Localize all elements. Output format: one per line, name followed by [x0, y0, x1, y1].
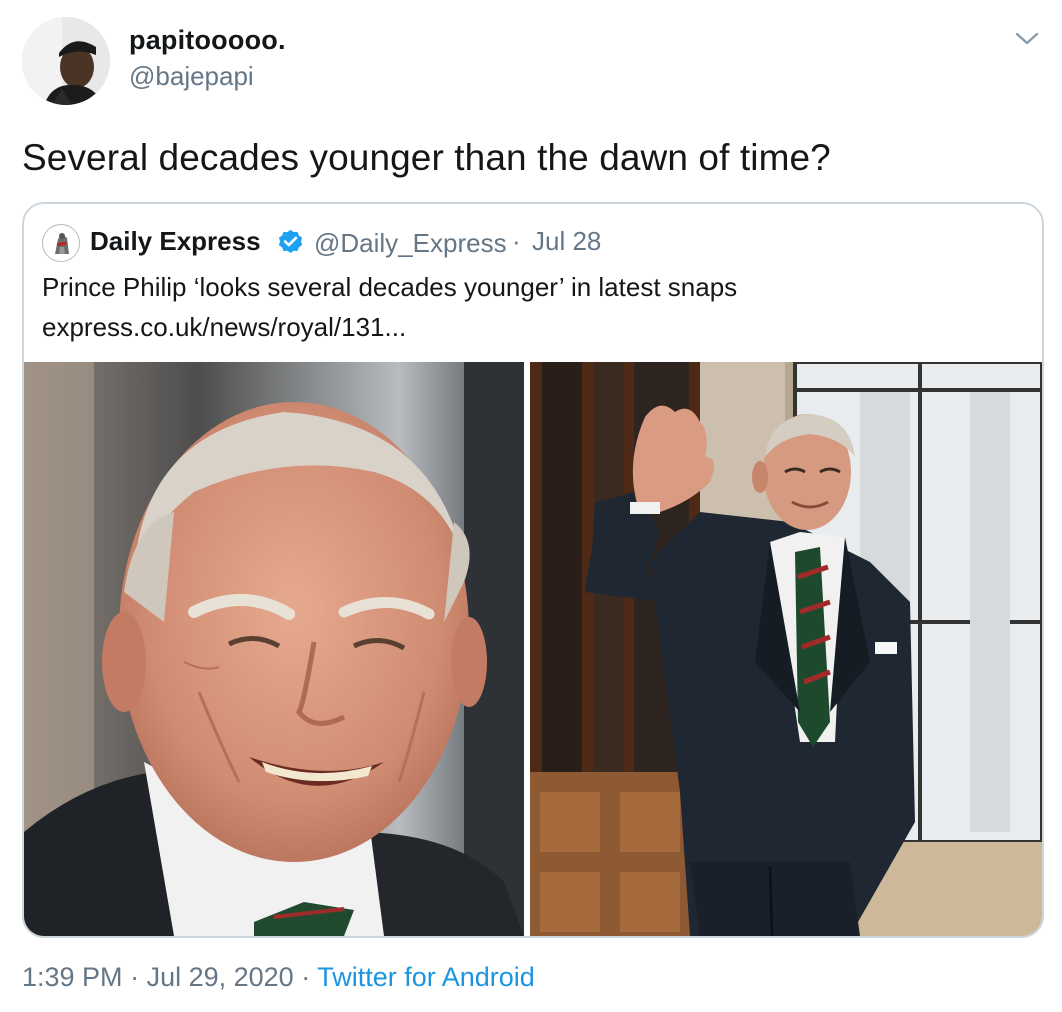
meta-separator: ·: [293, 962, 318, 992]
tweet-text: Several decades younger than the dawn of…: [22, 137, 831, 178]
tweet-date[interactable]: Jul 29, 2020: [147, 962, 294, 992]
quoted-handle[interactable]: @Daily_Express: [314, 228, 507, 259]
quoted-date[interactable]: Jul 28: [532, 226, 601, 257]
photo-waving[interactable]: [530, 362, 1042, 936]
quoted-separator: ·: [512, 226, 521, 256]
author-display-name[interactable]: papitooooo.: [129, 25, 286, 56]
tweet-meta: 1:39 PM · Jul 29, 2020 · Twitter for And…: [22, 962, 535, 993]
quoted-link[interactable]: express.co.uk/news/royal/131...: [42, 312, 406, 343]
quoted-tweet-card[interactable]: Daily Express @Daily_Express · Jul 28 Pr…: [22, 202, 1044, 938]
daily-express-logo-icon[interactable]: [42, 224, 80, 262]
meta-separator: ·: [122, 962, 147, 992]
photo-portrait-closeup[interactable]: [24, 362, 524, 936]
quoted-display-name[interactable]: Daily Express: [90, 226, 261, 257]
author-handle[interactable]: @bajepapi: [129, 61, 254, 92]
tweet: papitooooo. @bajepapi Several decades yo…: [0, 0, 1062, 1012]
quoted-text: Prince Philip ‘looks several decades you…: [42, 272, 738, 302]
verified-badge-icon: [276, 228, 305, 257]
quoted-media[interactable]: [24, 362, 1042, 936]
tweet-time[interactable]: 1:39 PM: [22, 962, 123, 992]
chevron-down-icon[interactable]: [1012, 26, 1042, 52]
tweet-source-link[interactable]: Twitter for Android: [317, 962, 535, 992]
author-avatar[interactable]: [22, 17, 110, 105]
